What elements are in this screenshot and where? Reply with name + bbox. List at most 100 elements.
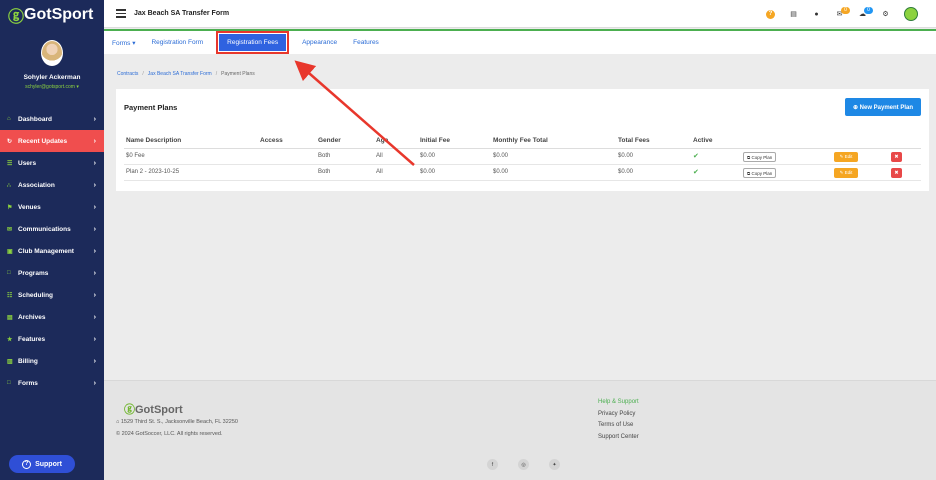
chevron-right-icon: › (93, 159, 96, 167)
breadcrumb-form[interactable]: Jax Beach SA Transfer Form (148, 71, 212, 77)
instagram-icon[interactable]: ◎ (518, 459, 529, 470)
chevron-right-icon: › (93, 291, 96, 299)
users-icon: ☰ (7, 160, 13, 167)
help-icon[interactable]: ? (766, 9, 775, 19)
sidebar-item-label: Communications (18, 225, 71, 233)
sidebar-item-label: Dashboard (18, 115, 52, 123)
footer-link-privacy[interactable]: Privacy Policy (598, 409, 639, 421)
column-age[interactable]: Age (376, 137, 388, 144)
gear-icon[interactable]: ⚙ (881, 10, 890, 19)
sidebar-item-users[interactable]: ☰ Users › (0, 152, 104, 174)
check-icon: ✔ (693, 153, 699, 160)
avatar[interactable] (41, 40, 63, 66)
sidebar: ⓖ GotSport Sohyler Ackerman schyler@gots… (0, 0, 104, 480)
form-icon: □ (7, 380, 11, 386)
column-name[interactable]: Name Description (126, 137, 181, 144)
form-tabs: Forms ▾ Registration Form Registration F… (104, 29, 936, 54)
sidebar-item-club-management[interactable]: ▣ Club Management › (0, 240, 104, 262)
chat-icon: ✉ (7, 226, 13, 233)
refresh-icon: ↻ (7, 138, 13, 145)
footer-copyright: © 2024 GotSoccer, LLC. All rights reserv… (116, 431, 223, 437)
organization-avatar[interactable] (904, 7, 918, 21)
sidebar-item-communications[interactable]: ✉ Communications › (0, 218, 104, 240)
sidebar-item-venues[interactable]: ⚑ Venues › (0, 196, 104, 218)
support-button[interactable]: ? Support (9, 455, 75, 473)
breadcrumb-contracts[interactable]: Contracts (117, 71, 138, 77)
tab-registration-form[interactable]: Registration Form (151, 39, 203, 46)
sidebar-item-forms[interactable]: □ Forms › (0, 372, 104, 394)
logo-g-icon: ⓖ (8, 9, 25, 26)
sidebar-item-label: Venues (18, 203, 41, 211)
plan-total-fees: $0.00 (618, 169, 634, 175)
tab-appearance[interactable]: Appearance (302, 39, 337, 46)
sidebar-item-label: Association (18, 181, 55, 189)
user-icon[interactable]: ● (812, 10, 821, 19)
column-gender[interactable]: Gender (318, 137, 341, 144)
plan-monthly-fee: $0.00 (493, 169, 509, 175)
sidebar-item-archives[interactable]: ▤ Archives › (0, 306, 104, 328)
sidebar-item-recent-updates[interactable]: ↻ Recent Updates › (0, 130, 104, 152)
copy-plan-button[interactable]: ⧉ Copy Plan (743, 152, 777, 162)
plan-gender: Both (318, 153, 331, 159)
gotsport-logo[interactable]: ⓖ GotSport (0, 0, 104, 30)
sidebar-item-scheduling[interactable]: ☷ Scheduling › (0, 284, 104, 306)
footer: ⓖGotSport ⌂ 1529 Third St. S., Jacksonvi… (104, 380, 936, 480)
edit-plan-button[interactable]: ✎ Edit (834, 152, 858, 162)
sidebar-item-billing[interactable]: ▥ Billing › (0, 350, 104, 372)
payment-plans-title: Payment Plans (124, 103, 178, 112)
plan-monthly-fee: $0.00 (493, 153, 509, 159)
chevron-right-icon: › (93, 269, 96, 277)
tab-features[interactable]: Features (353, 39, 379, 46)
mail-badge: 0 (841, 6, 850, 14)
plan-total-fees: $0.00 (618, 153, 634, 159)
column-initial-fee[interactable]: Initial Fee (420, 137, 450, 144)
plan-age: All (376, 169, 383, 175)
column-monthly-fee[interactable]: Monthly Fee Total (493, 137, 548, 144)
chevron-right-icon: › (93, 313, 96, 321)
footer-link-terms[interactable]: Terms of Use (598, 420, 639, 432)
chevron-right-icon: › (93, 357, 96, 365)
profile-email-dropdown[interactable]: schyler@gotsport.com ▾ (0, 84, 104, 90)
column-access[interactable]: Access (260, 137, 283, 144)
logo-g-icon: ⓖ (124, 404, 135, 416)
column-total-fees[interactable]: Total Fees (618, 137, 650, 144)
sidebar-item-dashboard[interactable]: ⌂ Dashboard › (0, 108, 104, 130)
copy-plan-button[interactable]: ⧉ Copy Plan (743, 168, 777, 178)
breadcrumb-current: Payment Plans (221, 71, 255, 77)
sidebar-item-label: Billing (18, 357, 38, 365)
plan-initial-fee: $0.00 (420, 153, 436, 159)
chevron-right-icon: › (93, 379, 96, 387)
table-row: Plan 2 - 2023-10-25 Both All $0.00 $0.00… (124, 165, 921, 181)
mail-icon[interactable]: ✉ 0 (835, 6, 850, 19)
facebook-icon[interactable]: f (487, 459, 498, 470)
new-payment-plan-button[interactable]: ⊕ New Payment Plan (844, 98, 921, 116)
chevron-right-icon: › (93, 137, 96, 145)
plan-name: Plan 2 - 2023-10-25 (126, 169, 180, 175)
sitemap-icon: ∴ (7, 182, 11, 189)
delete-plan-button[interactable]: ✖ (891, 168, 902, 178)
calendar-icon: ☷ (7, 292, 13, 299)
footer-link-support-center[interactable]: Support Center (598, 432, 639, 444)
edit-plan-button[interactable]: ✎ Edit (834, 168, 858, 178)
chevron-right-icon: › (93, 247, 96, 255)
sidebar-item-label: Club Management (18, 247, 74, 255)
tab-registration-fees[interactable]: Registration Fees (216, 31, 290, 54)
column-active[interactable]: Active (693, 137, 713, 144)
chat-badge: 0 (864, 6, 873, 14)
star-icon: ★ (7, 336, 13, 343)
breadcrumb: Contracts / Jax Beach SA Transfer Form / Pay… (117, 71, 255, 77)
chat-icon[interactable]: ☁ 0 (858, 6, 873, 19)
document-icon: □ (7, 270, 11, 276)
hamburger-menu-icon[interactable] (116, 7, 126, 20)
twitter-icon[interactable]: ✦ (549, 459, 560, 470)
sidebar-item-association[interactable]: ∴ Association › (0, 174, 104, 196)
tab-forms[interactable]: Forms ▾ (112, 39, 135, 47)
delete-plan-button[interactable]: ✖ (891, 152, 902, 162)
page-title: Jax Beach SA Transfer Form (134, 10, 230, 17)
top-icons: ? ▤ ● ✉ 0 ☁ 0 ⚙ (766, 6, 918, 21)
footer-logo: ⓖGotSport (124, 401, 183, 417)
sidebar-item-programs[interactable]: □ Programs › (0, 262, 104, 284)
sidebar-item-label: Forms (18, 379, 38, 387)
news-icon[interactable]: ▤ (789, 10, 798, 19)
sidebar-item-features[interactable]: ★ Features › (0, 328, 104, 350)
